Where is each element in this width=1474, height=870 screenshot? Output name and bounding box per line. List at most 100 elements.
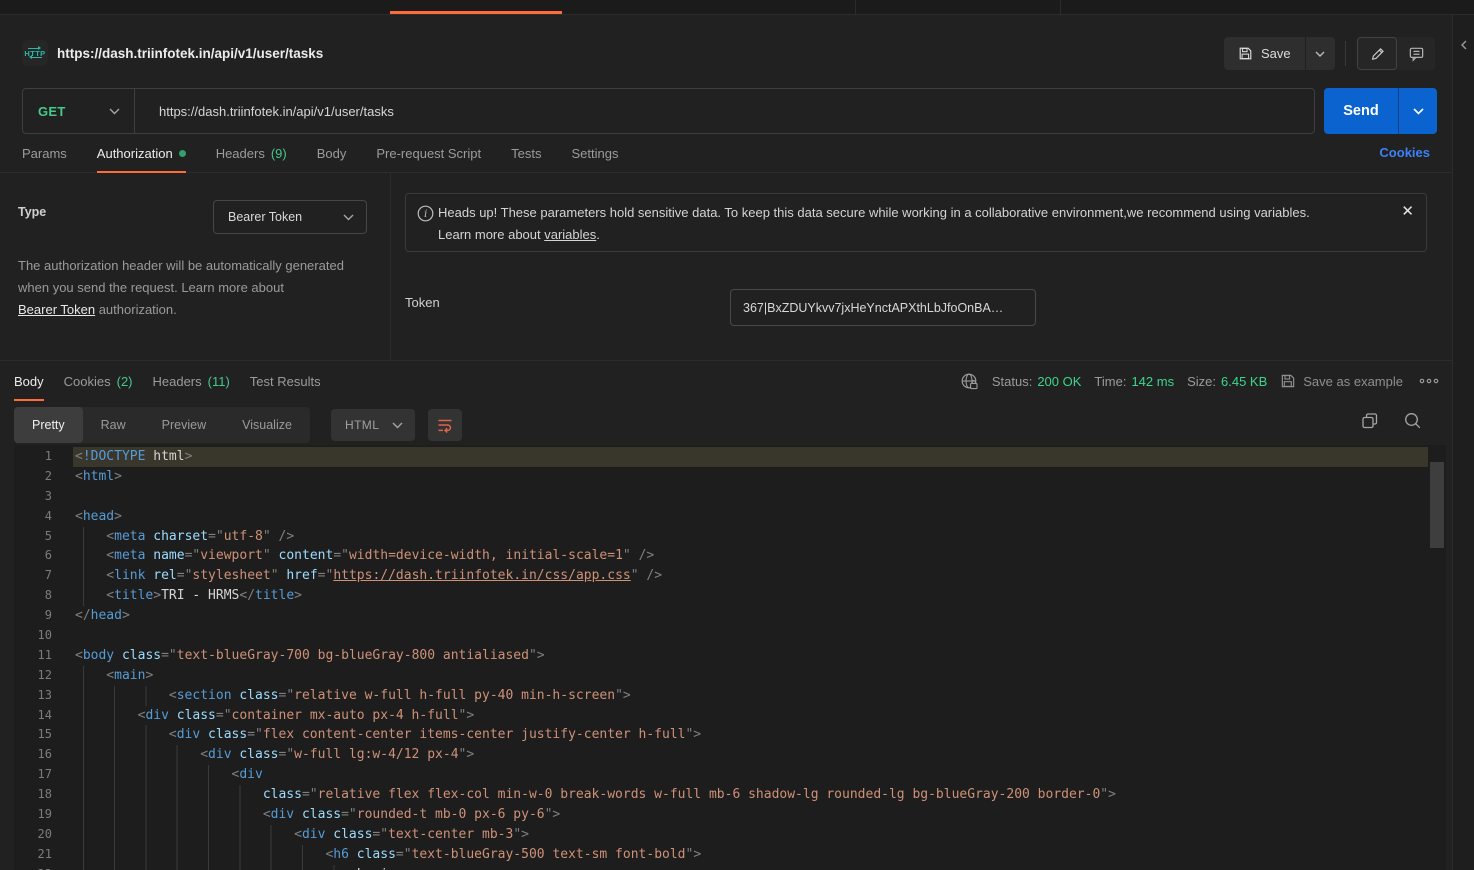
- line-number: 16: [14, 745, 52, 765]
- size-value: 6.45 KB: [1221, 374, 1267, 389]
- view-preview-button[interactable]: Preview: [144, 407, 224, 443]
- variables-link[interactable]: variables: [544, 227, 596, 242]
- url-input[interactable]: https://dash.triinfotek.in/api/v1/user/t…: [135, 89, 1314, 133]
- line-number: 7: [14, 566, 52, 586]
- response-body-viewer[interactable]: 1<!DOCTYPE html>2<html>34<head>5<meta ch…: [14, 445, 1446, 870]
- token-input[interactable]: 367|BxZDUYkvv7jxHeYnctAPXthLbJfoOnBA…: [730, 289, 1036, 326]
- globe-lock-icon[interactable]: [960, 372, 979, 391]
- close-icon: ✕: [1401, 203, 1414, 220]
- tab-pre-request-script[interactable]: Pre-request Script: [376, 134, 481, 172]
- postman-app: HTTP https://dash.triinfotek.in/api/v1/u…: [0, 0, 1474, 870]
- auth-type-value: Bearer Token: [228, 210, 302, 224]
- indent-guides: [75, 785, 263, 805]
- view-pretty-button[interactable]: Pretty: [14, 407, 83, 443]
- code-line-content: <h6 class="text-blueGray-500 text-sm fon…: [73, 845, 1428, 865]
- tab-tests[interactable]: Tests: [511, 134, 541, 172]
- auth-type-select[interactable]: Bearer Token: [213, 200, 367, 234]
- line-number: 8: [14, 586, 52, 606]
- view-raw-button[interactable]: Raw: [83, 407, 144, 443]
- code-line: 5<meta charset="utf-8" />: [14, 527, 1446, 547]
- line-number: 10: [14, 626, 52, 646]
- tab-authorization[interactable]: Authorization: [97, 134, 186, 172]
- auth-configured-dot: [179, 150, 186, 157]
- code-line: 15<div class="flex content-center items-…: [14, 725, 1446, 745]
- response-tab-headers[interactable]: Headers (11): [153, 362, 230, 400]
- send-button[interactable]: Send: [1324, 88, 1398, 134]
- save-options-button[interactable]: [1306, 37, 1335, 70]
- http-icon-arrow: [28, 48, 42, 50]
- indent-guides: [75, 546, 106, 566]
- indent-guides: [75, 745, 200, 765]
- code-line: 22Login: [14, 865, 1446, 870]
- code-line: 17<div: [14, 765, 1446, 785]
- method-label: GET: [38, 104, 66, 119]
- sensitive-data-banner: i Heads up! These parameters hold sensit…: [405, 193, 1427, 252]
- close-banner-button[interactable]: ✕: [1401, 204, 1414, 219]
- comments-button[interactable]: [1397, 37, 1435, 70]
- code-lines: 1<!DOCTYPE html>2<html>34<head>5<meta ch…: [14, 447, 1446, 870]
- code-line: 2<html>: [14, 467, 1446, 487]
- cookies-link[interactable]: Cookies: [1379, 145, 1430, 160]
- url-bar: GET https://dash.triinfotek.in/api/v1/us…: [22, 88, 1315, 134]
- line-number: 18: [14, 785, 52, 805]
- bearer-token-link[interactable]: Bearer Token: [18, 302, 95, 317]
- code-line: 14<div class="container mx-auto px-4 h-f…: [14, 706, 1446, 726]
- info-icon: i: [417, 205, 434, 222]
- response-tab-body[interactable]: Body: [14, 362, 44, 400]
- status-indicator[interactable]: Status: 200 OK: [992, 374, 1082, 389]
- line-number: 1: [14, 447, 52, 467]
- line-number: 3: [14, 487, 52, 507]
- status-value: 200 OK: [1037, 374, 1081, 389]
- code-line-content: [73, 487, 1428, 507]
- indent-guides: [75, 666, 106, 686]
- view-visualize-button[interactable]: Visualize: [224, 407, 310, 443]
- method-select[interactable]: GET: [23, 89, 134, 133]
- code-line-content: <html>: [73, 467, 1428, 487]
- code-line-content: <link rel="stylesheet" href="https://das…: [73, 566, 1428, 586]
- code-line: 1<!DOCTYPE html>: [14, 447, 1446, 467]
- code-line-content: <div class="rounded-t mb-0 px-6 py-6">: [73, 805, 1428, 825]
- save-button-label: Save: [1261, 46, 1291, 61]
- save-as-example-button[interactable]: Save as example: [1280, 373, 1403, 389]
- send-options-button[interactable]: [1399, 88, 1437, 134]
- tab-headers[interactable]: Headers (9): [216, 134, 287, 172]
- code-line: 11<body class="text-blueGray-700 bg-blue…: [14, 646, 1446, 666]
- wrap-text-button[interactable]: [428, 409, 462, 441]
- right-sidebar-rail: [1452, 15, 1474, 870]
- line-number: 22: [14, 865, 52, 870]
- code-line-content: <div class="text-center mb-3">: [73, 825, 1428, 845]
- edit-request-button[interactable]: [1357, 37, 1397, 70]
- copy-response-button[interactable]: [1360, 411, 1380, 431]
- request-tabs: Params Authorization Headers (9) Body Pr…: [0, 134, 1452, 173]
- code-line-content: <meta charset="utf-8" />: [73, 527, 1428, 547]
- response-tab-test-results[interactable]: Test Results: [250, 362, 321, 400]
- code-line-content: </head>: [73, 606, 1428, 626]
- size-indicator[interactable]: Size: 6.45 KB: [1187, 374, 1267, 389]
- indent-guides: [75, 566, 106, 586]
- code-scrollbar-thumb[interactable]: [1430, 462, 1444, 548]
- indent-guides: [75, 686, 169, 706]
- code-line: 3: [14, 487, 1446, 507]
- code-line-content: <head>: [73, 507, 1428, 527]
- save-button[interactable]: Save: [1224, 37, 1305, 70]
- indent-guides: [75, 825, 294, 845]
- http-icon-arrow: [28, 57, 42, 59]
- workspace-tab-strip[interactable]: [0, 0, 1474, 15]
- line-number: 14: [14, 706, 52, 726]
- tab-divider: [1060, 0, 1061, 15]
- tab-params[interactable]: Params: [22, 134, 67, 172]
- response-more-options-button[interactable]: [1416, 377, 1442, 385]
- collapse-sidebar-icon[interactable]: [1459, 39, 1469, 51]
- auth-type-label: Type: [18, 205, 46, 219]
- banner-text: Heads up! These parameters hold sensitiv…: [438, 202, 1386, 246]
- tab-body[interactable]: Body: [317, 134, 347, 172]
- tab-settings[interactable]: Settings: [571, 134, 618, 172]
- format-select[interactable]: HTML: [331, 409, 415, 441]
- search-response-button[interactable]: [1403, 411, 1423, 431]
- chevron-down-icon: [1413, 108, 1424, 115]
- code-line: 7 <link rel="stylesheet" href="https://da…: [14, 566, 1446, 586]
- code-line: 18class="relative flex flex-col min-w-0 …: [14, 785, 1446, 805]
- code-line-content: [73, 626, 1428, 646]
- response-tab-cookies[interactable]: Cookies (2): [64, 362, 133, 400]
- time-indicator[interactable]: Time: 142 ms: [1094, 374, 1174, 389]
